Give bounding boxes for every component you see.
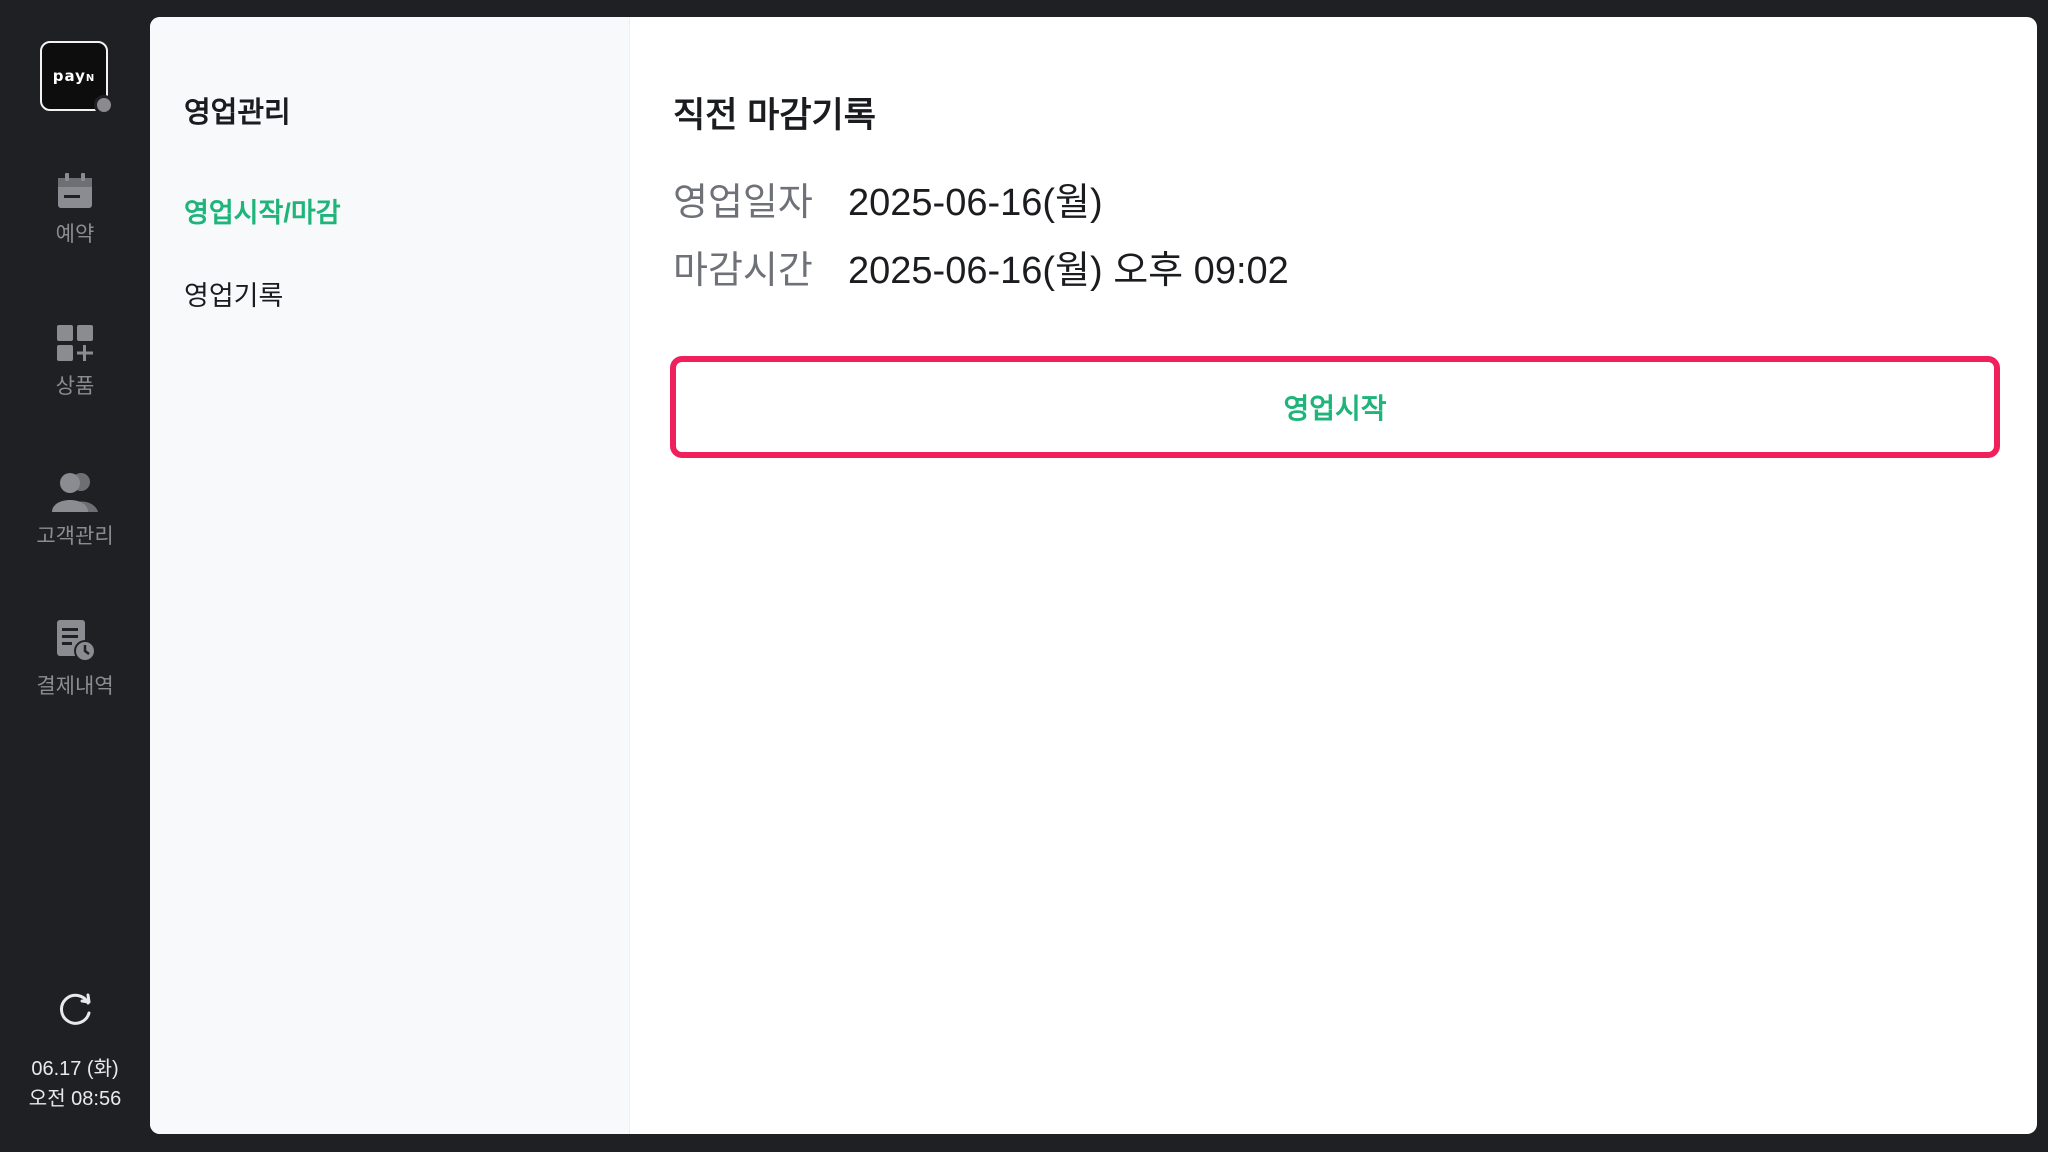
rail-item-payments[interactable]: 결제내역 [0, 618, 150, 700]
business-date-label: 영업일자 [673, 182, 813, 224]
submenu-panel: 영업관리 영업시작/마감 영업기록 [150, 17, 630, 1134]
close-time-row: 마감시간 2025-06-16(월) 오후 09:02 [673, 239, 1289, 294]
status-dot [94, 95, 114, 115]
users-icon [52, 473, 98, 512]
current-date: 06.17 (화) [31, 1058, 119, 1080]
rail-item-customers[interactable]: 고객관리 [0, 470, 150, 550]
business-date-value: 2025-06-16(월) [848, 182, 1103, 224]
submenu-item-business-records[interactable]: 영업기록 [184, 274, 283, 313]
start-business-button[interactable]: 영업시작 [670, 356, 2000, 458]
rail-item-label: 예약 [55, 223, 95, 246]
grid-plus-icon [57, 325, 93, 361]
close-time-value: 2025-06-16(월) 오후 09:02 [848, 250, 1289, 292]
submenu-item-business-start-close[interactable]: 영업시작/마감 [184, 191, 341, 230]
main-panel: 영업관리 영업시작/마감 영업기록 직전 마감기록 영업일자 2025-06-16… [150, 17, 2037, 1134]
current-time: 오전 08:56 [28, 1088, 122, 1110]
rail-item-label: 결제내역 [36, 675, 114, 698]
side-rail: payN 예약 상품 고객관리 결제내역 06.17 (화) 오전 08:56 [0, 0, 150, 1152]
rail-item-label: 상품 [55, 375, 95, 398]
content-area: 직전 마감기록 영업일자 2025-06-16(월) 마감시간 2025-06-16… [630, 17, 2037, 1134]
start-business-button-label: 영업시작 [1283, 393, 1387, 424]
submenu-title: 영업관리 [184, 97, 291, 129]
refresh-icon[interactable] [56, 989, 96, 1029]
receipt-clock-icon [57, 620, 96, 662]
close-time-label: 마감시간 [673, 250, 813, 292]
rail-item-label: 고객관리 [36, 525, 114, 548]
calendar-icon [58, 173, 92, 208]
business-date-row: 영업일자 2025-06-16(월) [673, 171, 1103, 226]
app-window: payN 예약 상품 고객관리 결제내역 06.17 (화) 오전 08:56 … [0, 0, 2048, 1152]
rail-item-reservation[interactable]: 예약 [0, 170, 150, 248]
logo-text: payN [52, 67, 96, 85]
rail-item-products[interactable]: 상품 [0, 322, 150, 400]
page-title: 직전 마감기록 [673, 96, 876, 135]
